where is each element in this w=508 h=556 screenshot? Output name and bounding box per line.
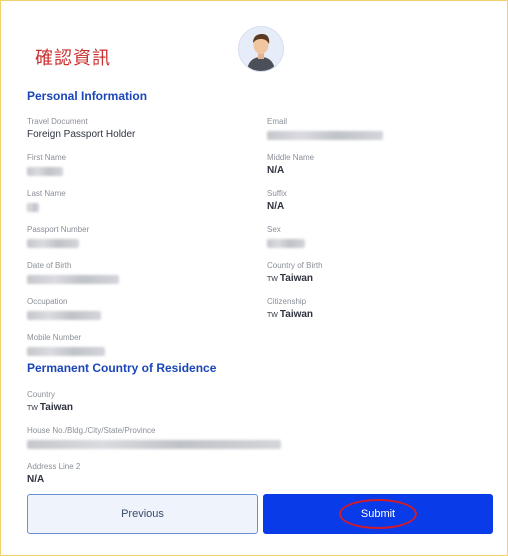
field-first-name: First Name xyxy=(27,153,257,181)
country-value: TW Taiwan xyxy=(27,401,257,415)
first-name-label: First Name xyxy=(27,153,67,162)
mobile-number-redacted xyxy=(27,347,105,356)
passport-number-label: Passport Number xyxy=(27,225,90,234)
field-country: Country TW Taiwan xyxy=(27,390,257,415)
field-date-of-birth: Date of Birth xyxy=(27,261,257,289)
user-avatar-icon xyxy=(238,26,284,72)
house-address-label: House No./Bldg./City/State/Province xyxy=(27,426,156,435)
house-address-redacted xyxy=(27,440,281,449)
country-label: Country xyxy=(27,390,56,399)
country-name: Taiwan xyxy=(39,402,74,413)
email-label: Email xyxy=(267,117,288,126)
occupation-label: Occupation xyxy=(27,297,68,306)
field-passport-number: Passport Number xyxy=(27,225,257,253)
address-line-2-value: N/A xyxy=(27,474,45,485)
suffix-value: N/A xyxy=(267,201,285,212)
citizenship-value: TW Taiwan xyxy=(267,308,497,322)
citizenship-code: TW xyxy=(267,312,278,319)
passport-number-redacted xyxy=(27,239,79,248)
country-of-birth-value: TW Taiwan xyxy=(267,272,497,286)
sex-redacted xyxy=(267,239,305,248)
field-sex: Sex xyxy=(267,225,497,253)
last-name-redacted xyxy=(27,203,39,212)
country-code: TW xyxy=(27,405,38,412)
field-house-address: House No./Bldg./City/State/Province xyxy=(27,426,347,454)
section-personal-information: Personal Information xyxy=(27,89,148,103)
section-permanent-residence: Permanent Country of Residence xyxy=(27,361,217,375)
country-of-birth-code: TW xyxy=(267,276,278,283)
travel-document-value: Foreign Passport Holder xyxy=(27,129,136,140)
field-occupation: Occupation xyxy=(27,297,257,325)
occupation-redacted xyxy=(27,311,101,320)
last-name-label: Last Name xyxy=(27,189,66,198)
submit-button[interactable]: Submit xyxy=(263,494,493,534)
field-middle-name: Middle Name N/A xyxy=(267,153,497,177)
date-of-birth-redacted xyxy=(27,275,119,284)
middle-name-value: N/A xyxy=(267,165,285,176)
suffix-label: Suffix xyxy=(267,189,287,198)
previous-button-label: Previous xyxy=(121,508,164,520)
previous-button[interactable]: Previous xyxy=(27,494,258,534)
field-address-line-2: Address Line 2 N/A xyxy=(27,462,257,486)
submit-button-label: Submit xyxy=(360,508,396,520)
email-redacted xyxy=(267,131,383,140)
field-last-name: Last Name xyxy=(27,189,257,217)
field-country-of-birth: Country of Birth TW Taiwan xyxy=(267,261,497,286)
citizenship-label: Citizenship xyxy=(267,297,307,306)
address-line-2-label: Address Line 2 xyxy=(27,462,81,471)
travel-document-label: Travel Document xyxy=(27,117,88,126)
page-heading: 確認資訊 xyxy=(35,48,111,69)
date-of-birth-label: Date of Birth xyxy=(27,261,72,270)
middle-name-label: Middle Name xyxy=(267,153,315,162)
field-suffix: Suffix N/A xyxy=(267,189,497,213)
field-citizenship: Citizenship TW Taiwan xyxy=(267,297,497,322)
citizenship-name: Taiwan xyxy=(279,309,314,320)
mobile-number-label: Mobile Number xyxy=(27,333,82,342)
first-name-redacted xyxy=(27,167,63,176)
field-mobile-number: Mobile Number xyxy=(27,333,257,361)
field-travel-document: Travel Document Foreign Passport Holder xyxy=(27,117,257,141)
country-of-birth-label: Country of Birth xyxy=(267,261,323,270)
sex-label: Sex xyxy=(267,225,281,234)
country-of-birth-name: Taiwan xyxy=(279,273,314,284)
field-email: Email xyxy=(267,117,497,145)
